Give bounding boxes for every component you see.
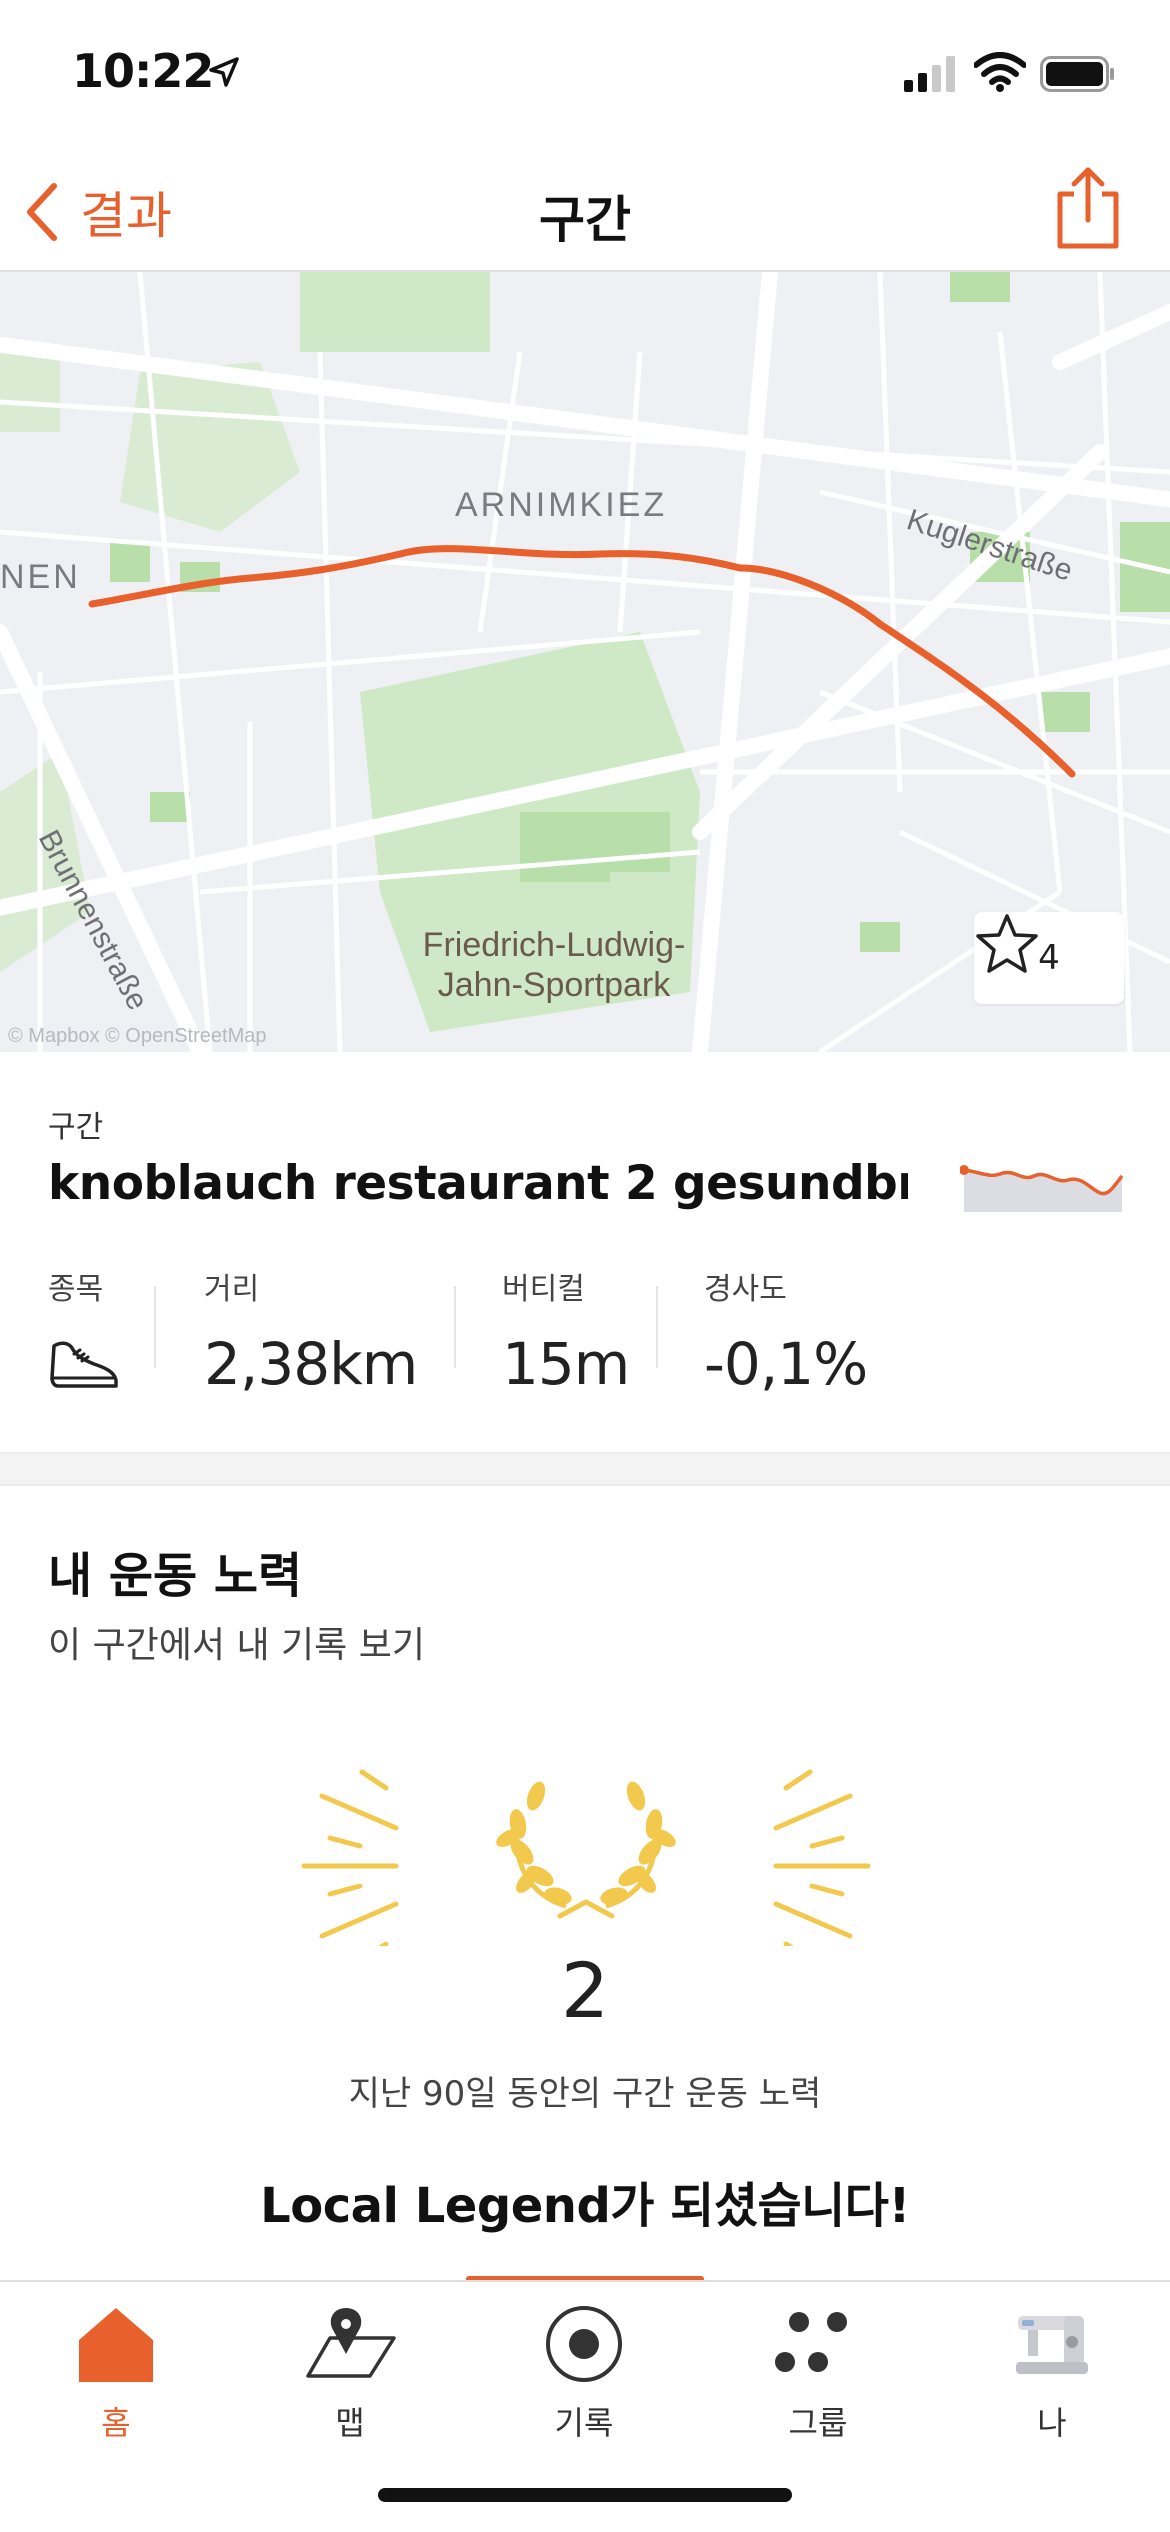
map-park-area — [1040, 692, 1090, 732]
map-label-edge: NEN — [0, 558, 81, 596]
map-park-area — [610, 812, 670, 872]
stat-label: 종목 — [48, 1272, 104, 1307]
efforts-caption: 지난 90일 동안의 구간 운동 노력 — [348, 2074, 822, 2114]
map-label-park-line-2: Jahn-Sportpark — [438, 966, 671, 1004]
map-park-area — [950, 272, 1010, 302]
page-title: 구간 — [539, 191, 631, 249]
status-bar: 10:22 — [0, 0, 1170, 150]
stat-sport-type: 종목 — [48, 1264, 120, 1398]
stat-divider — [656, 1286, 658, 1368]
share-icon[interactable] — [1052, 164, 1124, 252]
profile-avatar-icon — [1016, 2316, 1088, 2374]
burst-rays-right — [773, 1769, 871, 1946]
map-icon — [306, 2308, 396, 2378]
status-time: 10:22 — [72, 44, 214, 98]
elevation-profile-thumbnail — [960, 1165, 1124, 1212]
tab-groups[interactable]: 그룹 — [728, 2296, 908, 2446]
tab-label: 기록 — [554, 2404, 614, 2442]
stat-label: 버티컬 — [502, 1272, 585, 1307]
tab-label: 홈 — [101, 2404, 131, 2442]
segment-info-card: 구간 knoblauch restaurant 2 gesundbru... 종… — [0, 1052, 1170, 1452]
tab-home[interactable]: 홈 — [26, 2296, 206, 2446]
tab-map[interactable]: 맵 — [260, 2296, 440, 2446]
home-indicator — [378, 2488, 792, 2502]
efforts-subtitle[interactable]: 이 구간에서 내 기록 보기 — [48, 1616, 425, 1668]
groups-icon — [775, 2312, 847, 2372]
star-count: 4 — [1038, 938, 1060, 978]
running-shoe-icon — [50, 1341, 118, 1388]
star-icon — [976, 914, 1038, 973]
burst-rays-left — [301, 1769, 399, 1946]
map-attribution: © Mapbox © OpenStreetMap — [8, 1025, 267, 1047]
location-arrow-icon — [209, 57, 239, 87]
map-park-area — [520, 812, 610, 882]
stat-elevation: 버티컬 15m — [502, 1264, 630, 1398]
segment-map[interactable]: ARNIMKIEZ Kuglerstraße Brunnenstraße NEN… — [0, 272, 1170, 1052]
stat-divider — [154, 1286, 156, 1368]
stat-label: 거리 — [204, 1272, 260, 1307]
map-park-area — [0, 352, 60, 432]
efforts-count: 2 — [560, 1946, 610, 2035]
stat-distance: 거리 2,38km — [204, 1264, 418, 1398]
nav-bar: 결과 구간 — [0, 150, 1170, 272]
local-legend-heading: Local Legend가 되셨습니다! — [260, 2178, 910, 2234]
battery-icon — [1040, 56, 1114, 92]
my-efforts-section: 내 운동 노력 이 구간에서 내 기록 보기 2 지난 90일 동안의 구간 운… — [0, 1486, 1170, 2280]
stat-value: -0,1% — [704, 1330, 868, 1398]
map-park-area — [300, 272, 490, 352]
tab-profile[interactable]: 나 — [962, 2296, 1142, 2446]
segment-kicker: 구간 — [48, 1110, 104, 1145]
map-label-park-line-1: Friedrich-Ludwig- — [423, 926, 686, 964]
map-park-area — [110, 542, 150, 582]
star-segment-button[interactable]: 4 — [974, 912, 1124, 1004]
map-label-neighborhood: ARNIMKIEZ — [455, 486, 667, 524]
stat-value: 15m — [502, 1330, 630, 1398]
map-park-area — [150, 792, 190, 822]
section-divider — [0, 1452, 1170, 1486]
home-icon — [79, 2308, 153, 2382]
cellular-signal-icon — [904, 56, 955, 92]
tab-label: 나 — [1037, 2404, 1067, 2442]
stat-divider — [454, 1286, 456, 1368]
stat-value: 2,38km — [204, 1330, 418, 1398]
stat-label: 경사도 — [704, 1272, 787, 1307]
wifi-icon — [974, 52, 1026, 92]
local-legend-burst-icon — [301, 1769, 871, 1946]
record-icon — [546, 2306, 622, 2382]
tab-label: 맵 — [335, 2404, 365, 2442]
stat-grade: 경사도 -0,1% — [704, 1264, 868, 1398]
segment-title: knoblauch restaurant 2 gesundbru... — [48, 1156, 908, 1211]
tab-label: 그룹 — [788, 2404, 848, 2442]
tab-record[interactable]: 기록 — [494, 2296, 674, 2446]
map-park-area — [860, 922, 900, 952]
laurel-wreath-icon — [496, 1781, 676, 1919]
efforts-title: 내 운동 노력 — [48, 1548, 303, 1604]
